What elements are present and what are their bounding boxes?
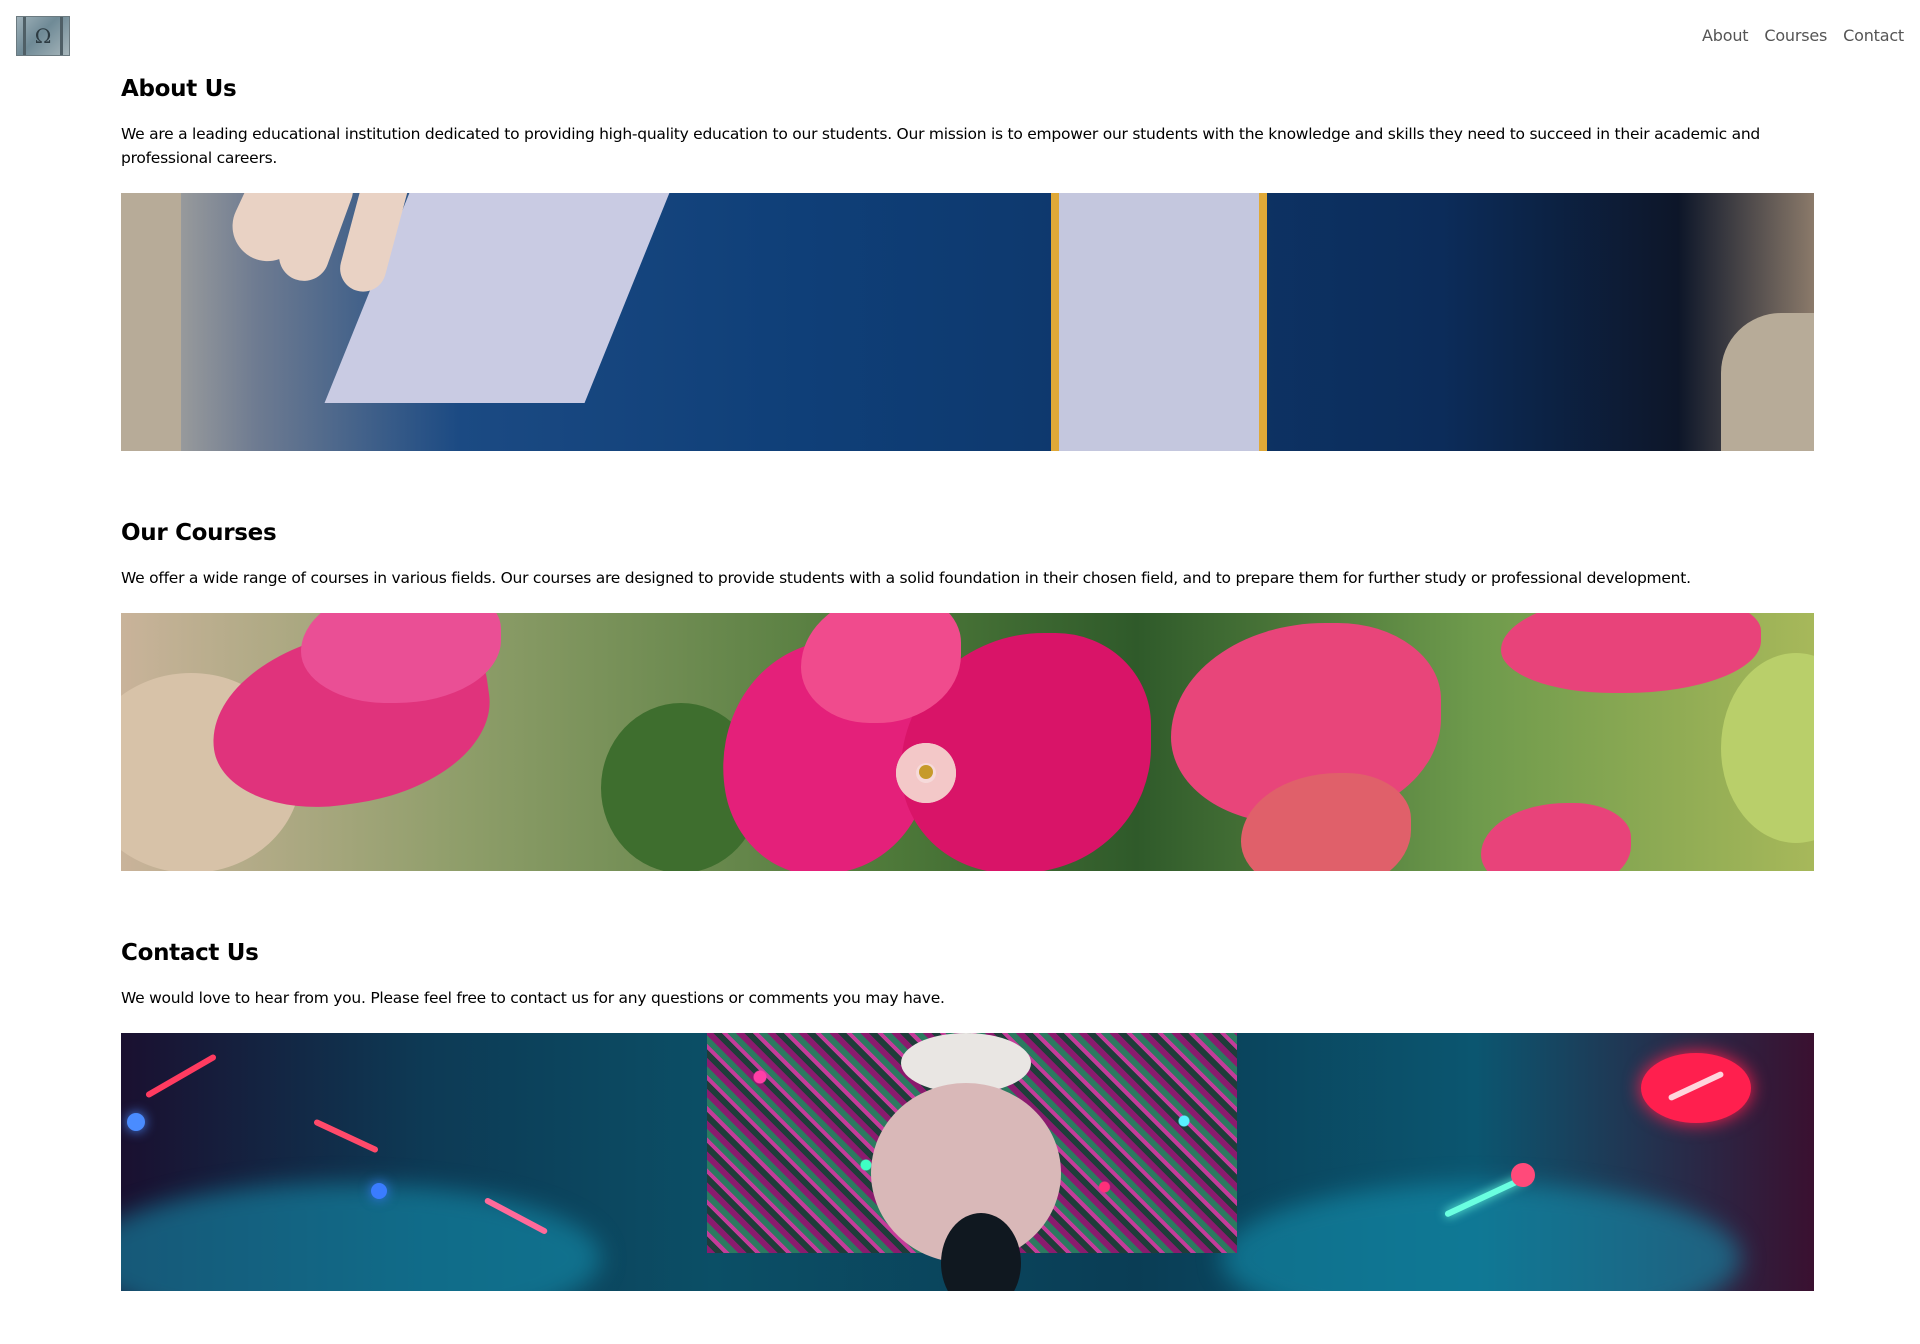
nav-link-about[interactable]: About [1702,26,1749,45]
about-text: We are a leading educational institution… [121,125,1761,167]
about-section: About Us We are a leading educational in… [121,76,1814,456]
about-banner-image [121,193,1814,451]
contact-banner-image [121,1033,1814,1291]
main-nav: About Courses Contact [1702,26,1904,45]
courses-title: Our Courses [121,520,277,546]
contact-section: Contact Us We would love to hear from yo… [121,940,1814,1300]
nav-link-contact[interactable]: Contact [1843,26,1904,45]
logo[interactable]: Ω [16,16,70,56]
courses-section: Our Courses We offer a wide range of cou… [121,520,1814,900]
courses-banner-image [121,613,1814,871]
logo-omega-icon: Ω [34,24,52,48]
site-header: Ω About Courses Contact [0,0,1920,72]
nav-link-courses[interactable]: Courses [1764,26,1827,45]
contact-title: Contact Us [121,940,259,966]
about-title: About Us [121,76,237,102]
contact-text: We would love to hear from you. Please f… [121,989,945,1007]
courses-text: We offer a wide range of courses in vari… [121,569,1691,587]
page: Ω About Courses Contact About Us We are … [0,0,1920,1344]
